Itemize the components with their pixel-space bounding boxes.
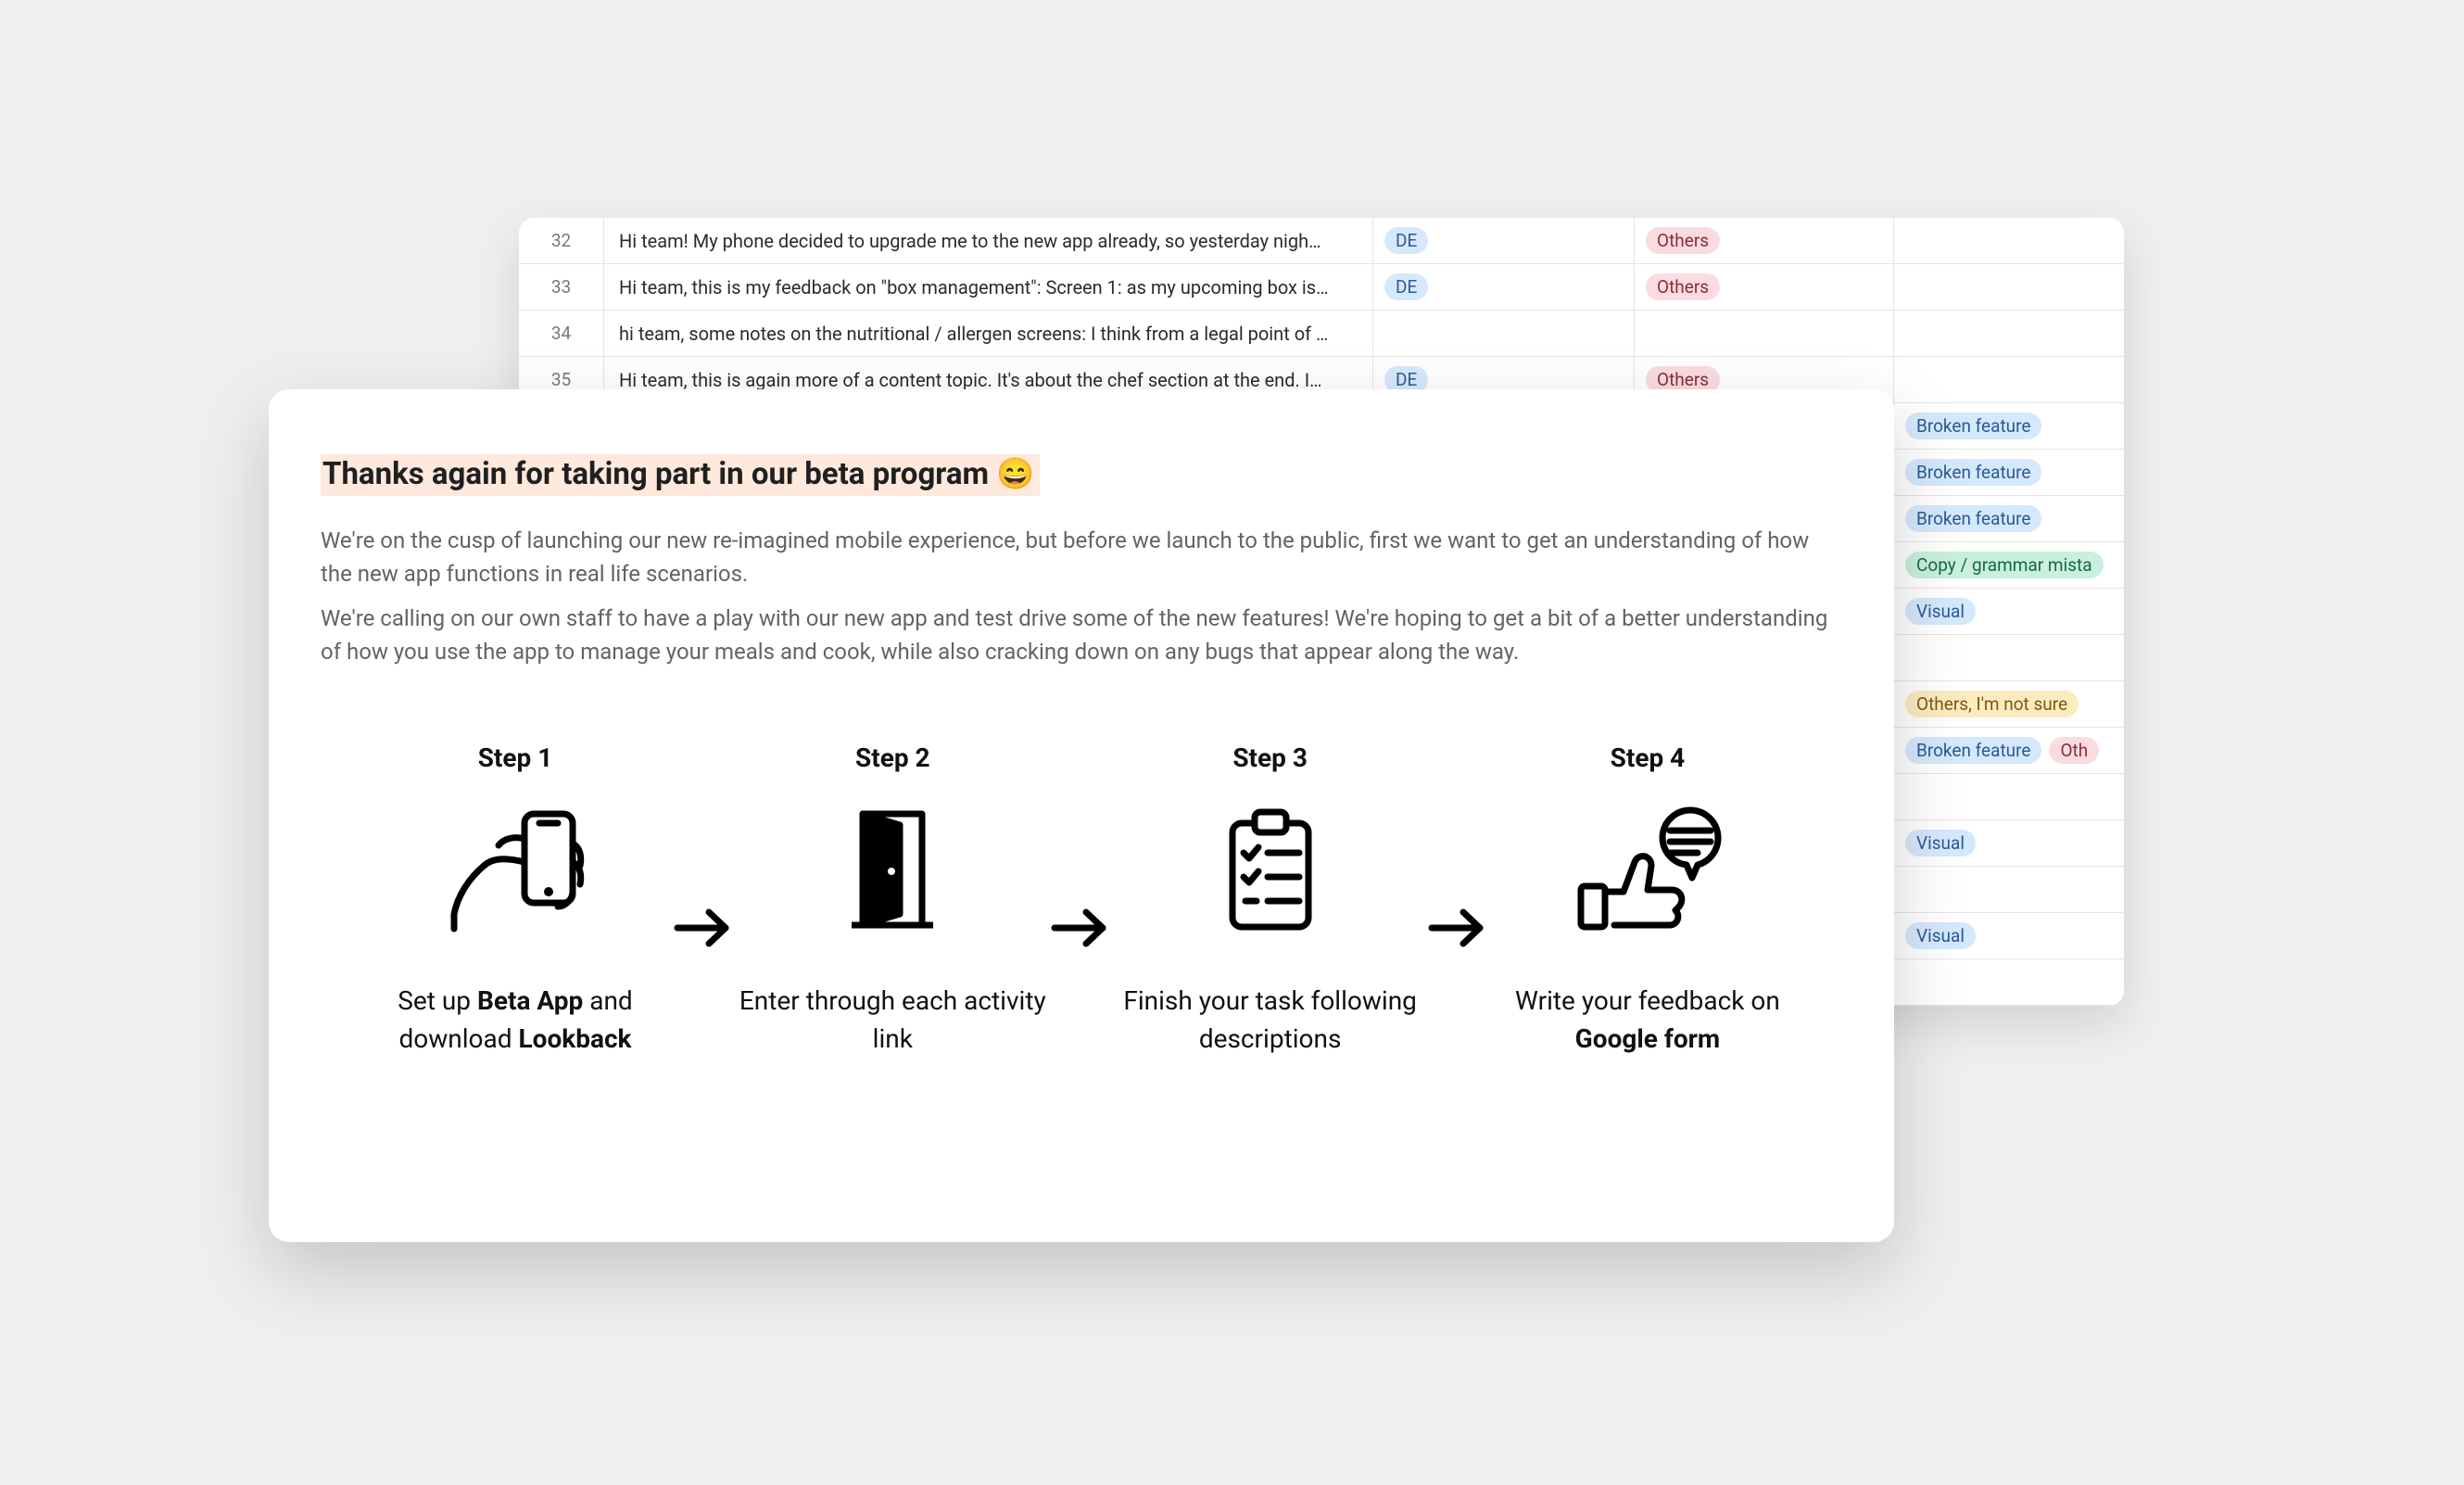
- row-number: 34: [519, 311, 604, 356]
- step-2-desc: Enter through each activity link: [735, 983, 1050, 1058]
- row-number: 33: [519, 264, 604, 310]
- language-cell[interactable]: [1373, 311, 1635, 356]
- tag-pill: Broken feature: [1905, 412, 2041, 439]
- category-cell[interactable]: Others: [1635, 218, 1894, 263]
- step-2-title: Step 2: [855, 742, 930, 773]
- step-1-desc: Set up Beta App and download Lookback: [358, 983, 673, 1058]
- step-4-title: Step 4: [1611, 742, 1686, 773]
- door-icon: [846, 806, 939, 936]
- tag-pill: Broken feature: [1905, 737, 2041, 764]
- steps-row: Step 1 Set up Beta App and download Look…: [321, 742, 1842, 1076]
- tags-cell[interactable]: [1894, 867, 2124, 912]
- feedback-icon: [1573, 806, 1722, 936]
- step-4-desc: Write your feedback on Google form: [1490, 983, 1805, 1058]
- tags-cell[interactable]: [1894, 774, 2124, 819]
- feedback-cell[interactable]: Hi team! My phone decided to upgrade me …: [604, 218, 1373, 263]
- tags-cell[interactable]: [1894, 218, 2124, 263]
- language-cell[interactable]: DE: [1373, 264, 1635, 310]
- tag-pill: Copy / grammar mista: [1905, 552, 2104, 578]
- tags-cell[interactable]: Others, I'm not sure: [1894, 681, 2124, 727]
- tag-pill: Others, I'm not sure: [1905, 691, 2079, 717]
- step-4: Step 4 Write your feedback on Google for…: [1509, 742, 1787, 1058]
- tags-cell[interactable]: Broken feature: [1894, 496, 2124, 541]
- doc-paragraph-1: We're on the cusp of launching our new r…: [321, 524, 1842, 590]
- tags-cell[interactable]: Visual: [1894, 589, 2124, 634]
- tags-cell[interactable]: Visual: [1894, 913, 2124, 958]
- table-row[interactable]: 32Hi team! My phone decided to upgrade m…: [519, 218, 2124, 264]
- tags-cell[interactable]: Visual: [1894, 820, 2124, 866]
- feedback-cell[interactable]: hi team, some notes on the nutritional /…: [604, 311, 1373, 356]
- tags-cell[interactable]: Copy / grammar mista: [1894, 542, 2124, 588]
- tag-pill: Visual: [1905, 922, 1976, 949]
- step-3: Step 3 Finish your task following descri…: [1131, 742, 1409, 1058]
- phone-hand-icon: [441, 806, 589, 936]
- tags-cell[interactable]: [1894, 635, 2124, 680]
- doc-title: Thanks again for taking part in our beta…: [321, 454, 1040, 496]
- language-pill: DE: [1384, 227, 1428, 254]
- tags-cell[interactable]: Broken feature: [1894, 403, 2124, 449]
- doc-title-wrap: Thanks again for taking part in our beta…: [321, 456, 1842, 492]
- step-3-desc: Finish your task following descriptions: [1113, 983, 1428, 1058]
- tags-cell[interactable]: Broken feature Oth: [1894, 728, 2124, 773]
- tag-pill: Oth: [2049, 737, 2099, 764]
- tags-cell[interactable]: [1894, 959, 2124, 1005]
- clipboard-icon: [1219, 806, 1321, 936]
- table-row[interactable]: 34hi team, some notes on the nutritional…: [519, 311, 2124, 357]
- step-3-title: Step 3: [1232, 742, 1308, 773]
- category-cell[interactable]: Others: [1635, 264, 1894, 310]
- tag-pill: Visual: [1905, 598, 1976, 625]
- tags-cell[interactable]: Broken feature: [1894, 450, 2124, 495]
- language-pill: DE: [1384, 273, 1428, 300]
- step-1-title: Step 1: [478, 742, 553, 773]
- step-2: Step 2 Enter through each activity link: [753, 742, 1031, 1058]
- step-1: Step 1 Set up Beta App and download Look…: [376, 742, 654, 1058]
- tag-pill: Visual: [1905, 830, 1976, 857]
- arrow-icon: [1426, 742, 1491, 1076]
- document-card: Thanks again for taking part in our beta…: [269, 389, 1894, 1242]
- tags-cell[interactable]: [1894, 264, 2124, 310]
- category-pill: Others: [1646, 227, 1720, 254]
- tag-pill: Broken feature: [1905, 505, 2041, 532]
- table-row[interactable]: 33Hi team, this is my feedback on "box m…: [519, 264, 2124, 311]
- tags-cell[interactable]: [1894, 357, 2124, 402]
- arrow-icon: [1049, 742, 1114, 1076]
- language-cell[interactable]: DE: [1373, 218, 1635, 263]
- doc-paragraph-2: We're calling on our own staff to have a…: [321, 602, 1842, 668]
- tag-pill: Broken feature: [1905, 459, 2041, 486]
- arrow-icon: [672, 742, 737, 1076]
- category-cell[interactable]: [1635, 311, 1894, 356]
- tags-cell[interactable]: [1894, 311, 2124, 356]
- feedback-cell[interactable]: Hi team, this is my feedback on "box man…: [604, 264, 1373, 310]
- category-pill: Others: [1646, 273, 1720, 300]
- row-number: 32: [519, 218, 604, 263]
